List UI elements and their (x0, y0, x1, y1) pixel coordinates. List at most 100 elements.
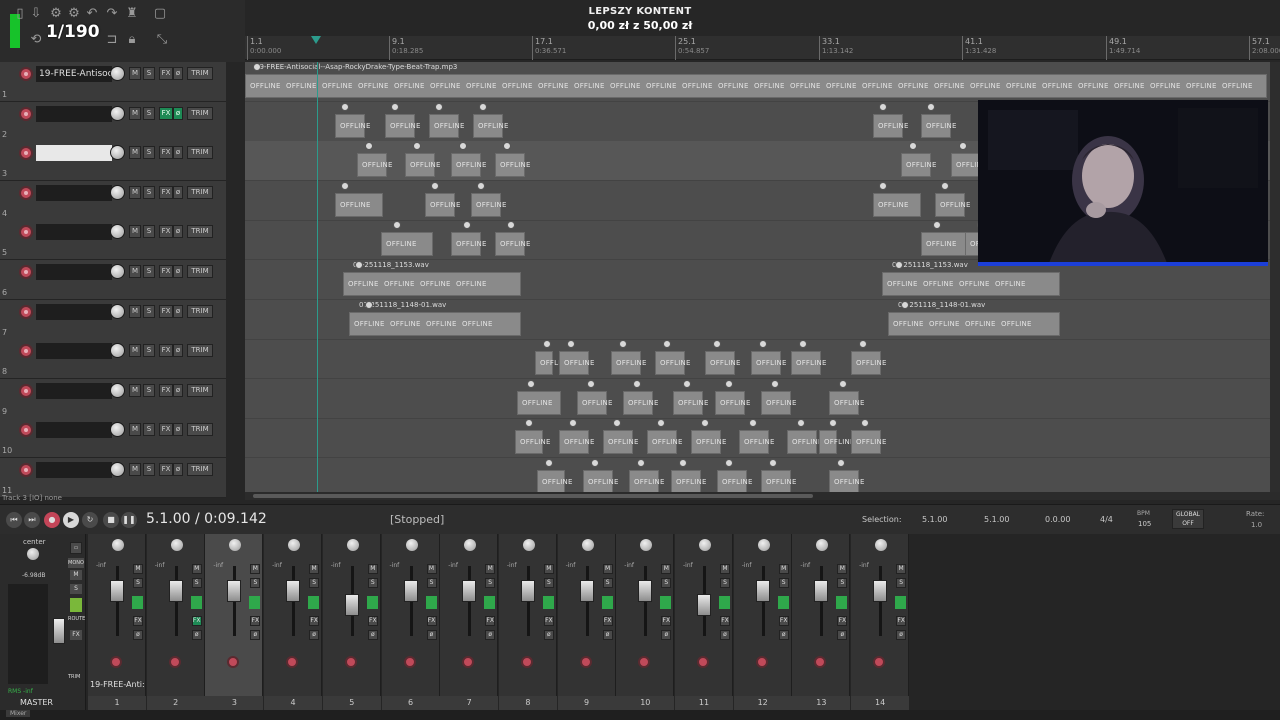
mute-button[interactable]: M (129, 225, 141, 239)
media-item[interactable]: OFFLINE (611, 351, 646, 376)
trim-button[interactable]: TRIM (187, 344, 213, 358)
media-item[interactable]: OFFLINE (559, 430, 594, 455)
pan-knob[interactable] (816, 539, 829, 551)
item-volume-handle[interactable] (253, 63, 261, 71)
solo-button[interactable]: S (661, 578, 672, 588)
item-volume-handle[interactable] (527, 379, 535, 388)
mixer-strip[interactable]: -inf M S FX ø 13 (792, 534, 851, 710)
pan-knob[interactable] (346, 539, 359, 551)
record-arm-button[interactable] (19, 146, 33, 161)
media-item[interactable]: OFFLINE (473, 113, 508, 138)
master-trim-button[interactable]: TRIM (68, 674, 84, 682)
mute-button[interactable]: M (129, 185, 141, 199)
mixer-strip[interactable]: -inf M S FX ø 9 (557, 534, 616, 710)
volume-fader[interactable] (638, 580, 653, 602)
pan-knob[interactable] (699, 539, 711, 551)
record-arm-button[interactable] (755, 656, 768, 668)
item-volume-handle[interactable] (725, 459, 733, 467)
volume-knob[interactable] (110, 184, 125, 200)
item-volume-handle[interactable] (365, 300, 373, 309)
volume-fader[interactable] (873, 580, 888, 602)
item-volume-handle[interactable] (771, 379, 779, 388)
item-volume-handle[interactable] (341, 181, 349, 190)
mute-button[interactable]: M (129, 265, 141, 278)
pan-knob[interactable] (405, 539, 418, 551)
solo-button[interactable]: S (143, 67, 155, 80)
track-header[interactable]: 5 M S FX ø TRIM (0, 220, 226, 261)
mixer-strip[interactable]: -inf M S FX ø 8 (498, 534, 557, 710)
record-arm-button[interactable] (403, 656, 416, 668)
mixer-strip[interactable]: -inf M S FX ø 11 (675, 534, 733, 710)
fx-button[interactable]: FX (661, 616, 672, 626)
track-header[interactable]: 1 19-FREE-Antisocial M S FX ø TRIM (0, 62, 226, 102)
track-name-field[interactable] (36, 264, 112, 280)
record-arm-button[interactable] (19, 344, 33, 359)
track-header[interactable]: 8 M S FX ø TRIM (0, 339, 226, 380)
pan-knob[interactable] (170, 539, 183, 551)
solo-button[interactable]: S (485, 578, 496, 588)
media-item[interactable]: OFFLINE (671, 470, 706, 492)
media-item[interactable]: OFFLINE OFFLINE OFFLINE OFFLINE OFFLINE OFFLI… (245, 74, 1267, 98)
media-item[interactable]: OFFLINE (603, 430, 638, 455)
fx-button[interactable]: FX (309, 616, 320, 626)
record-arm-button[interactable] (19, 225, 33, 240)
loop-icon[interactable]: ⟲ (28, 32, 44, 48)
media-item[interactable]: OFFLINE (357, 153, 392, 178)
track-header[interactable]: 6 M S FX ø TRIM (0, 260, 226, 300)
fx-button[interactable]: FX (159, 265, 173, 278)
mute-button[interactable]: M (367, 564, 378, 574)
timeline-ruler[interactable]: 1.1 0:00.000 9.1 0:18.285 17.1 0:36.571 25.… (245, 36, 1280, 60)
phase-button[interactable]: ø (485, 630, 496, 640)
media-item[interactable]: OFFLINE OFFLINE OFFLINE OFFLINE (882, 272, 1060, 296)
fx-button[interactable]: FX (159, 383, 173, 397)
record-arm-button[interactable] (19, 185, 33, 200)
mixer-strip[interactable]: -inf M S FX ø 14 (851, 534, 910, 710)
media-item[interactable]: OFFLINE (851, 430, 886, 455)
solo-button[interactable]: S (143, 304, 155, 318)
item-volume-handle[interactable] (895, 261, 903, 269)
solo-button[interactable]: S (191, 578, 202, 588)
item-volume-handle[interactable] (941, 181, 949, 190)
volume-fader[interactable] (110, 580, 124, 602)
record-arm-button[interactable] (520, 656, 533, 668)
phase-button[interactable]: ø (367, 630, 378, 640)
pan-knob[interactable] (640, 539, 653, 551)
record-arm-button[interactable] (168, 656, 181, 668)
redo-icon[interactable]: ↷ (104, 6, 120, 22)
item-volume-handle[interactable] (591, 459, 599, 467)
media-item[interactable]: OFFLINE (851, 351, 886, 376)
solo-button[interactable]: S (143, 146, 155, 160)
track-header[interactable]: 9 M S FX ø TRIM (0, 378, 226, 419)
volume-knob[interactable] (110, 264, 125, 279)
volume-knob[interactable] (110, 343, 125, 359)
time-position-display[interactable]: 5.1.00 / 0:09.142 (146, 511, 267, 527)
item-volume-handle[interactable] (479, 102, 487, 111)
record-arm-button[interactable] (227, 656, 240, 668)
mixer-strip[interactable]: -inf M S FX ø 7 (440, 534, 499, 710)
mute-button[interactable]: M (661, 564, 672, 574)
mute-button[interactable]: M (129, 304, 141, 318)
item-volume-handle[interactable] (839, 379, 847, 388)
phase-button[interactable]: ø (602, 630, 613, 640)
volume-fader[interactable] (344, 594, 359, 616)
record-arm-button[interactable] (19, 265, 33, 279)
fx-button[interactable]: FX (159, 344, 173, 358)
volume-knob[interactable] (110, 303, 125, 319)
fx-button[interactable]: FX (159, 146, 173, 160)
track-name-field[interactable] (36, 382, 112, 399)
media-item[interactable]: OFFLINE (705, 351, 740, 376)
media-item[interactable]: OFFLINE OFFLINE OFFLINE OFFLINE (349, 311, 521, 336)
repeat-button[interactable]: ↻ (82, 512, 98, 528)
fx-button[interactable]: FX (778, 616, 789, 626)
media-item[interactable]: OFFLINE (739, 430, 774, 455)
track-name-field[interactable] (36, 303, 112, 320)
item-volume-handle[interactable] (355, 261, 363, 269)
media-item[interactable]: OFFLINE (577, 390, 612, 415)
trim-button[interactable]: TRIM (187, 304, 213, 318)
edit-cursor-marker[interactable] (311, 36, 321, 44)
media-item[interactable]: OFFLINE (335, 113, 370, 138)
media-item[interactable]: OFFLINE (715, 390, 750, 415)
fx-button[interactable]: FX (191, 616, 202, 626)
metronome-icon[interactable]: ♜ (124, 6, 140, 22)
track-lane[interactable] (245, 458, 1270, 492)
